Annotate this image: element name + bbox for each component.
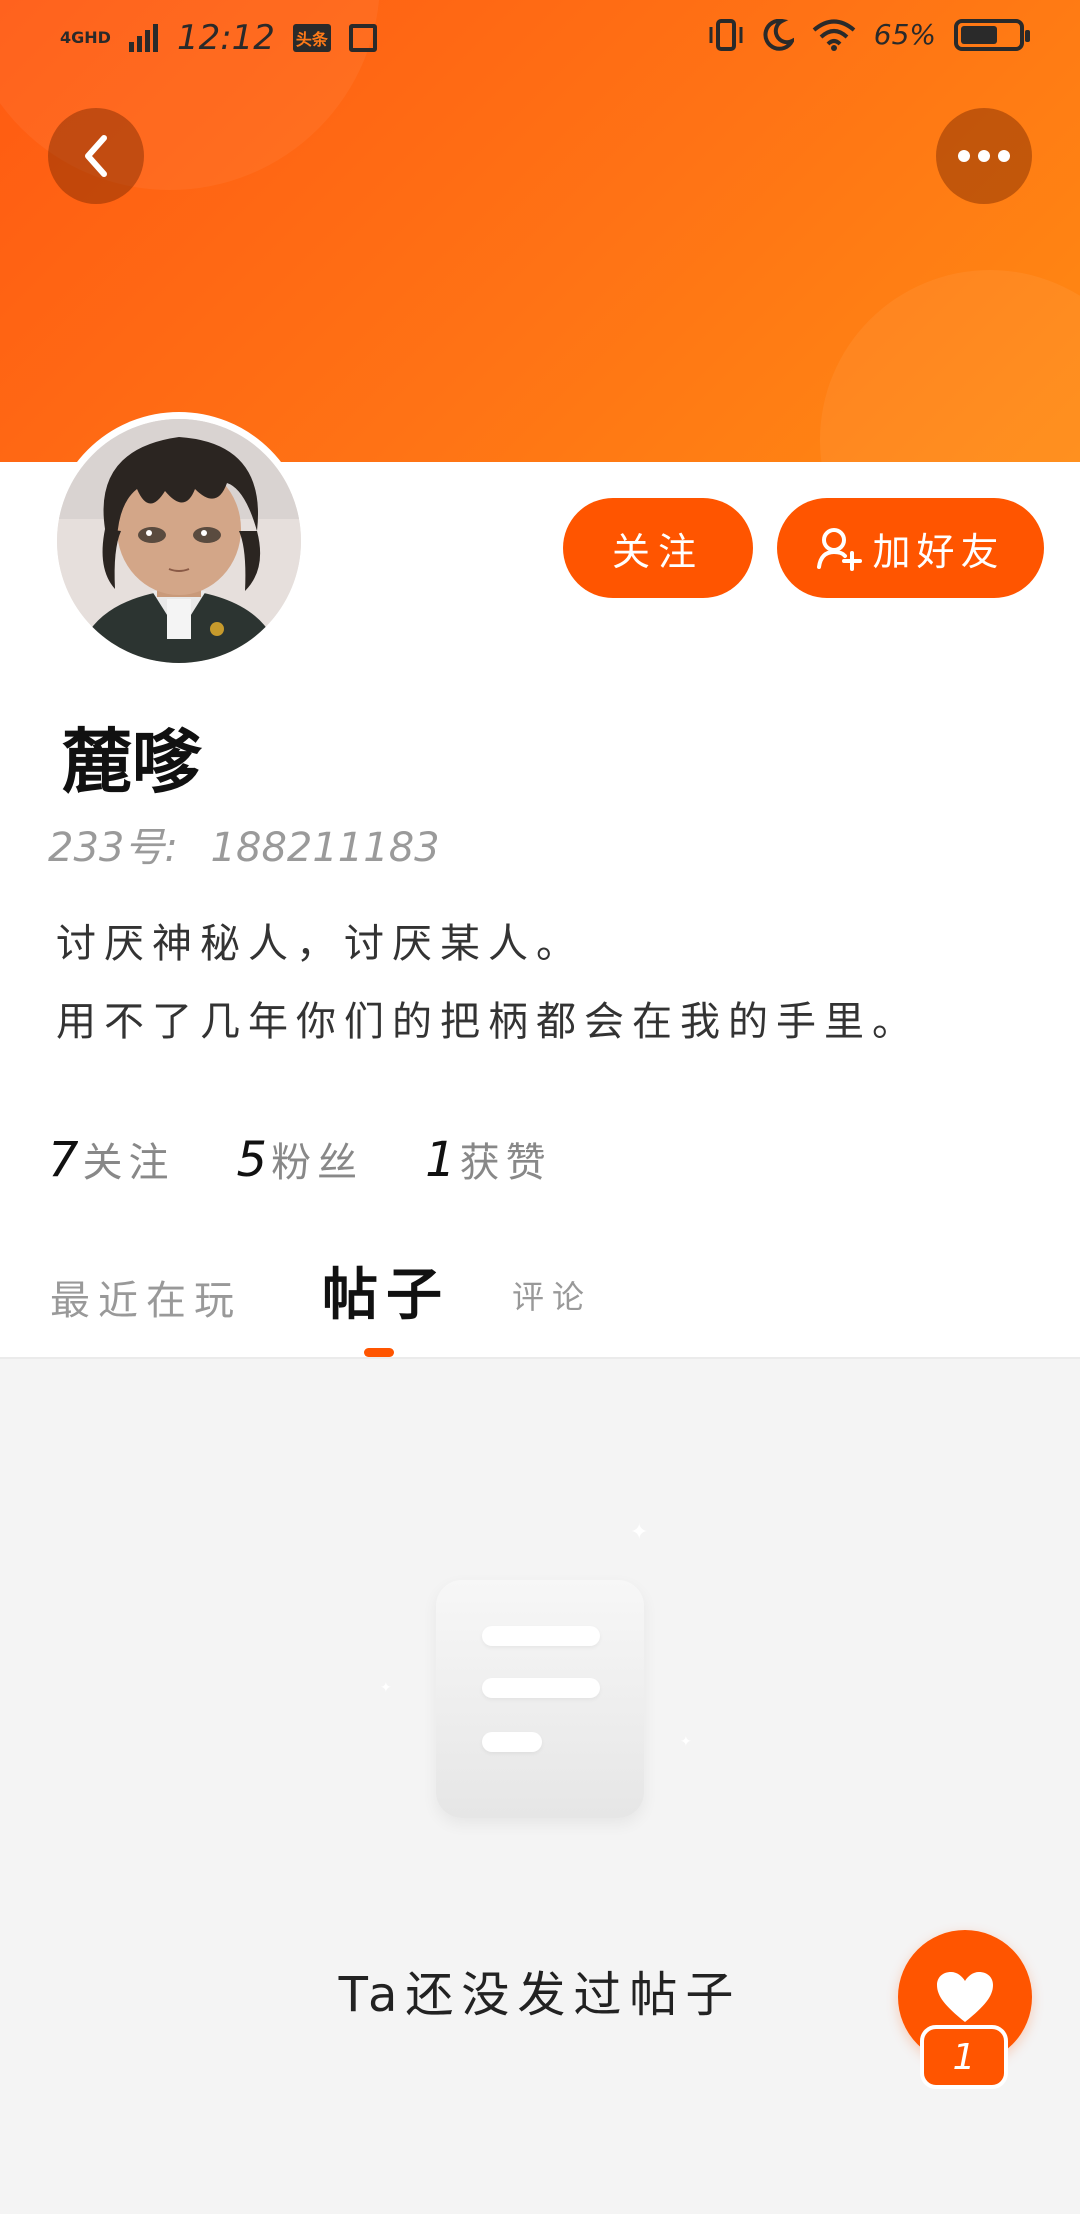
- user-id-value: 188211183: [210, 825, 440, 871]
- wifi-icon: [812, 19, 856, 51]
- likes-stat[interactable]: 1 获赞: [425, 1130, 552, 1188]
- follow-button-label: 关注: [611, 529, 704, 574]
- user-name: 麓嗲: [62, 721, 202, 803]
- likes-label: 获赞: [459, 1140, 552, 1186]
- notification-app-icon: 头条: [292, 24, 331, 52]
- battery-percent: 65%: [873, 18, 936, 51]
- user-id: 233号: 188211183: [48, 815, 440, 873]
- network-indicator: 4GHD: [60, 28, 111, 47]
- avatar[interactable]: [50, 412, 308, 670]
- profile-stats: 7 关注 5 粉丝 1 获赞: [48, 1130, 552, 1188]
- empty-document-icon: ✦ ✦ ✦: [380, 1520, 700, 1820]
- notification-app-icon: [348, 24, 377, 52]
- divider: [0, 1357, 1080, 1359]
- more-options-button[interactable]: [936, 108, 1032, 204]
- user-bio: 讨厌神秘人，讨厌某人。 用不了几年你们的把柄都会在我的手里。: [56, 905, 920, 1061]
- back-button[interactable]: [48, 108, 144, 204]
- clock: 12:12: [176, 18, 275, 58]
- battery-icon: [954, 18, 1030, 51]
- fans-stat[interactable]: 5 粉丝: [237, 1130, 364, 1188]
- following-stat[interactable]: 7 关注: [48, 1130, 175, 1188]
- fans-label: 粉丝: [271, 1140, 364, 1186]
- tab-recently-played[interactable]: 最近在玩: [50, 1268, 242, 1326]
- more-dots-icon: [958, 150, 1010, 162]
- user-id-label: 233号:: [48, 825, 178, 871]
- likes-count: 1: [425, 1132, 456, 1188]
- profile-tabs: 最近在玩 帖子 评论: [0, 1240, 1080, 1358]
- following-count: 7: [48, 1132, 79, 1188]
- add-friend-button-label: 加好友: [872, 529, 1005, 574]
- avatar-image: [57, 419, 301, 663]
- do-not-disturb-moon-icon: [763, 18, 794, 51]
- follow-button[interactable]: 关注: [563, 498, 753, 598]
- bio-line: 讨厌神秘人，讨厌某人。: [56, 921, 584, 967]
- chevron-left-icon: [85, 135, 107, 177]
- tab-comments[interactable]: 评论: [512, 1272, 592, 1318]
- like-count-badge: 1: [920, 2025, 1008, 2089]
- signal-icon: [128, 24, 158, 52]
- add-friend-button[interactable]: 加好友: [777, 498, 1044, 598]
- add-user-icon: [817, 528, 863, 571]
- fans-count: 5: [236, 1132, 268, 1188]
- following-label: 关注: [82, 1140, 175, 1186]
- status-bar: 4GHD 12:12 头条 65%: [0, 0, 1080, 80]
- vibrate-icon: [709, 18, 743, 51]
- heart-icon: [937, 1972, 993, 2022]
- bio-line: 用不了几年你们的把柄都会在我的手里。: [56, 999, 920, 1045]
- profile-banner: 4GHD 12:12 头条 65%: [0, 0, 1080, 462]
- banner-decoration: [820, 270, 1080, 462]
- tab-posts[interactable]: 帖子: [322, 1250, 450, 1331]
- active-tab-indicator: [364, 1348, 394, 1357]
